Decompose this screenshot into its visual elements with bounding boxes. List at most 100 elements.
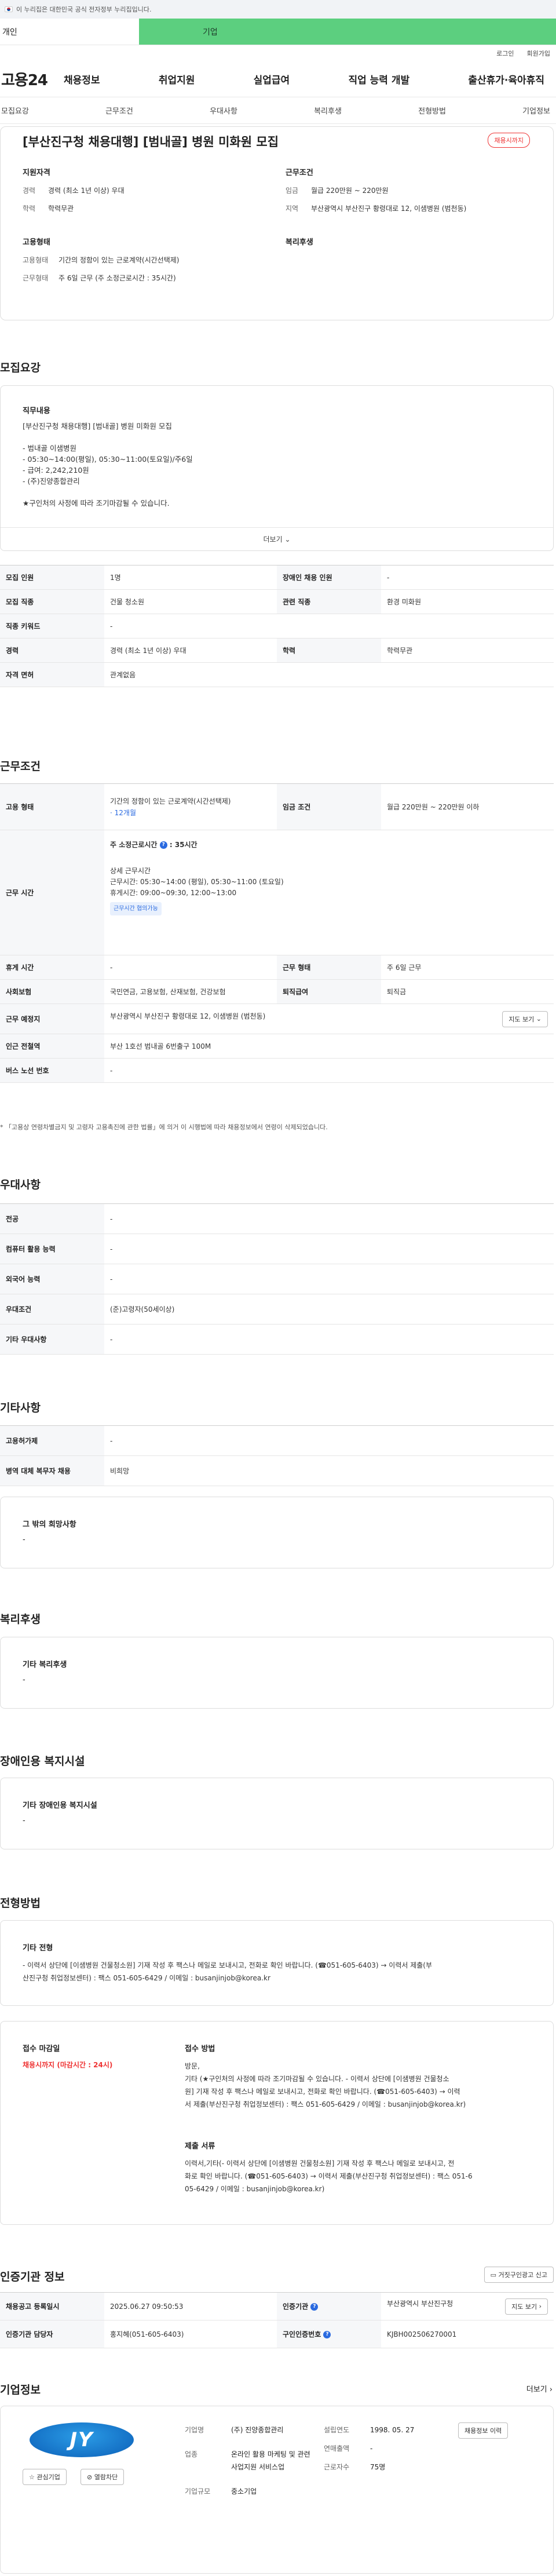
cell-label: 자격 면허	[0, 662, 104, 687]
job-title: [부산진구청 채용대행] [범내골] 병원 미화원 모집	[23, 135, 279, 149]
etc-section-title: 기타사항	[0, 1402, 41, 1414]
tab-company[interactable]: 기업	[139, 19, 556, 45]
chevron-right-icon: ›	[549, 2385, 553, 2394]
edu-value: 학력무관	[48, 205, 74, 213]
table-row: 전공 -	[0, 1203, 554, 1234]
cell-value: 부산광역시 부산진구 황령대로 12, 이샘병원 (범천동) 지도 보기 ⌄	[104, 1004, 554, 1034]
hours-label: 근무형태	[23, 274, 49, 282]
gnb-item-leave[interactable]: 출산휴가·육아휴직	[468, 72, 544, 86]
table-row: 채용공고 등록일시 2025.06.27 09:50:53 인증기관 ? 부산광…	[0, 2292, 554, 2320]
cell-label: 모집 직종	[0, 589, 104, 614]
employees-value: 75명	[370, 2463, 386, 2471]
subnav-preference[interactable]: 우대사항	[210, 105, 237, 116]
gnb-item-unemployment[interactable]: 실업급여	[254, 72, 290, 86]
cell-label: 휴게 시간	[0, 955, 104, 980]
favorite-label: 관심기업	[36, 2473, 60, 2481]
duty-line	[23, 432, 193, 443]
gnb-item-jobs[interactable]: 채용정보	[64, 72, 100, 86]
subnav-welfare[interactable]: 복리후생	[314, 105, 342, 116]
subnav-selection[interactable]: 전형방법	[418, 105, 446, 116]
table-row: 근무 예정지 부산광역시 부산진구 황령대로 12, 이샘병원 (범천동) 지도…	[0, 1004, 554, 1034]
emp-period: · 12개월	[110, 808, 136, 817]
pref-section-title: 우대사항	[0, 1178, 41, 1191]
duty-content: [부산진구청 채용대행] [범내골] 병원 미화원 모집 - 범내골 이샘병원 …	[23, 421, 193, 509]
chevron-down-icon: ⌄	[284, 535, 291, 543]
company-more-label: 더보기	[526, 2385, 547, 2394]
job-history-button[interactable]: 채용정보 이력	[458, 2422, 509, 2439]
table-row: 고용 형태 기간의 정함이 있는 근로계약(시간선택제) · 12개월 임금 조건…	[0, 783, 554, 830]
deadline-title: 접수 마감일	[23, 2045, 60, 2053]
favorite-company-button[interactable]: ☆ 관심기업	[23, 2469, 67, 2485]
help-icon[interactable]: ?	[310, 2303, 319, 2311]
cell-value: 경력 (최소 1년 이상) 우대	[104, 638, 277, 663]
recruit-table: 모집 인원 1명 장애인 채용 인원 - 모집 직종 건물 청소원 관련 직종 환경 미화원…	[0, 565, 554, 687]
duty-title: 직무내용	[23, 407, 50, 415]
user-type-tabs: 개인 기업	[0, 19, 556, 45]
gnb-item-employment-support[interactable]: 취업지원	[159, 72, 195, 86]
welfare-box-title: 기타 복리후생	[23, 1661, 67, 1669]
cell-value: 국민연금, 고용보험, 산재보험, 건강보험	[104, 979, 277, 1004]
detail-title: 상세 근무시간	[110, 867, 151, 875]
block-view-button[interactable]: ⊘ 열람차단	[81, 2469, 125, 2485]
duty-more-button[interactable]: 더보기 ⌄	[1, 527, 553, 550]
join-link[interactable]: 회원가입	[527, 49, 550, 58]
help-icon[interactable]: ?	[159, 841, 167, 849]
cell-value: 2025.06.27 09:50:53	[104, 2292, 277, 2320]
table-row: 모집 인원 1명 장애인 채용 인원 -	[0, 565, 554, 590]
report-fake-ad-button[interactable]: ▭ 거짓구인광고 신고	[484, 2267, 554, 2283]
duty-line: - 급여: 2,242,210원	[23, 466, 89, 475]
subnav-recruit[interactable]: 모집요강	[1, 105, 29, 116]
sales-value: -	[370, 2444, 373, 2453]
cell-label: 구인인증번호 ?	[277, 2320, 381, 2348]
flag-icon	[5, 6, 13, 12]
table-row: 사회보험 국민연금, 고용보험, 산재보험, 건강보험 퇴직급여 퇴직금	[0, 979, 554, 1004]
login-link[interactable]: 로그인	[496, 49, 514, 58]
company-section-title: 기업정보	[0, 2384, 41, 2396]
cell-value: -	[381, 565, 554, 590]
duty-box: 직무내용 [부산진구청 채용대행] [범내골] 병원 미화원 모집 - 범내골 …	[0, 385, 554, 551]
other-wish-value: -	[23, 1535, 25, 1544]
cell-label: 채용공고 등록일시	[0, 2292, 104, 2320]
docs-line: 화로 확인 바랍니다. (☎051-605-6403) → 이력서 제출(부산진…	[185, 2172, 473, 2180]
docs-line: 05-6429 / 이메일 : busanjinjob@korea.kr)	[185, 2185, 325, 2193]
size-value: 중소기업	[231, 2487, 257, 2495]
pref-table: 전공 - 컴퓨터 활용 능력 - 외국어 능력 - 우대조건 (준)고령자(50세이상)…	[0, 1203, 554, 1355]
cell-label: 인증기관 ?	[277, 2292, 381, 2320]
condition-table: 고용 형태 기간의 정함이 있는 근로계약(시간선택제) · 12개월 임금 조건…	[0, 783, 554, 1083]
gov-notice-text: 이 누리집은 대한민국 공식 전자정부 누리집입니다.	[16, 6, 152, 13]
apply-box: 접수 마감일 채용시까지 (마감시간 : 24시) 접수 방법 방문, 기타 (…	[0, 2021, 554, 2225]
emp-title: 고용형태	[23, 238, 50, 247]
cell-label: 모집 인원	[0, 565, 104, 590]
subnav-company[interactable]: 기업정보	[522, 105, 550, 116]
cell-value: 관계없음	[104, 662, 554, 687]
recruit-section-title: 모집요강	[0, 362, 41, 374]
cell-label: 직종 키워드	[0, 614, 104, 638]
agency-map-button[interactable]: 지도 보기 ›	[505, 2298, 548, 2315]
cell-value: 건물 청소원	[104, 589, 277, 614]
job-history-label: 채용정보 이력	[464, 2427, 502, 2435]
welfare-box: 기타 복리후생 -	[0, 1637, 554, 1709]
cell-label: 근무 시간	[0, 830, 104, 955]
help-icon[interactable]: ?	[323, 2331, 331, 2338]
gnb-item-skills[interactable]: 직업 능력 개발	[348, 72, 409, 86]
duty-line: - (주)진양종합관리	[23, 477, 80, 486]
industry-label: 업종	[185, 2450, 198, 2458]
cell-label: 사회보험	[0, 979, 104, 1004]
company-logo: JY	[30, 2422, 134, 2457]
cell-label: 우대조건	[0, 1294, 104, 1325]
tab-personal-label: 개인	[2, 27, 17, 37]
negotiable-tag: 근무시간 협의가능	[110, 902, 162, 915]
disability-section-title: 장애인용 복지시설	[0, 1755, 85, 1768]
subnav-conditions[interactable]: 근무조건	[105, 105, 133, 116]
cell-value: -	[104, 1058, 554, 1083]
emp-value: 기간의 정함이 있는 근로계약(시간선택제)	[58, 256, 180, 264]
map-button[interactable]: 지도 보기 ⌄	[502, 1010, 548, 1027]
method-title: 접수 방법	[185, 2045, 215, 2053]
cell-value: 환경 미화원	[381, 589, 554, 614]
tab-personal[interactable]: 개인	[0, 19, 139, 45]
org-label: 인증기관	[283, 2303, 309, 2311]
company-more-link[interactable]: 더보기 ›	[526, 2383, 553, 2394]
welfare-box-value: -	[23, 1676, 25, 1684]
cell-label: 임금 조건	[277, 783, 381, 830]
site-logo[interactable]: 고용24	[0, 68, 64, 90]
